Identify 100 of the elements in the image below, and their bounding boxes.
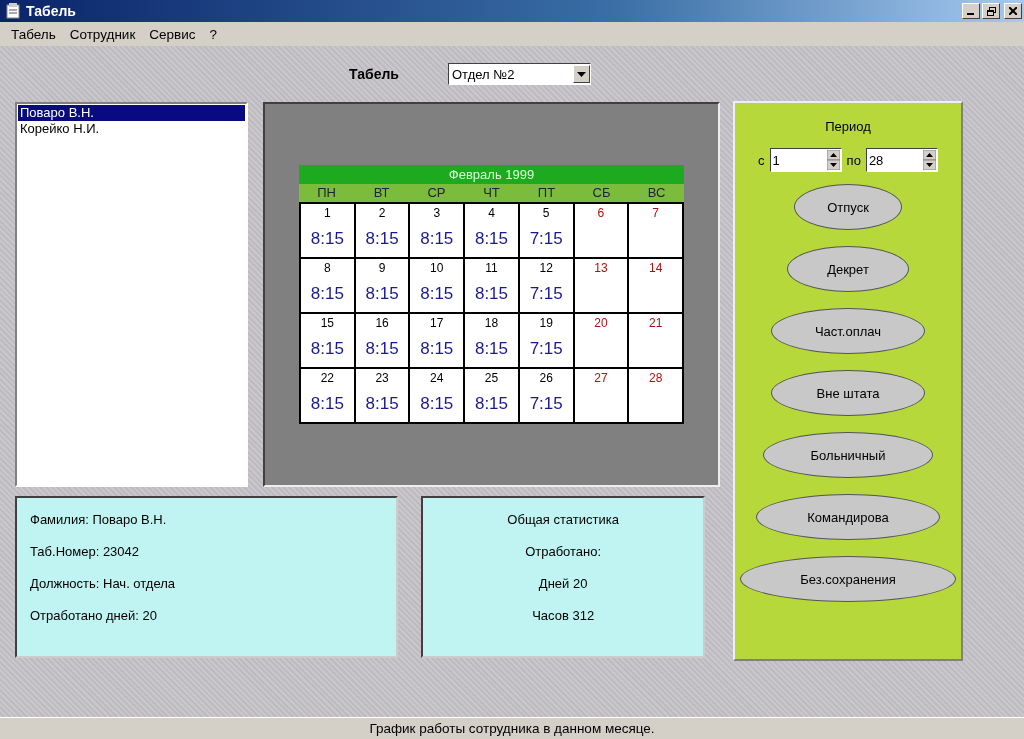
day-number: 8 [324, 261, 331, 275]
day-number: 11 [485, 261, 498, 275]
day-cell[interactable]: 22 8:15 [301, 369, 354, 422]
statistics-text: Дней 20 [538, 576, 588, 591]
weekday-label: СР [426, 184, 447, 202]
action-button[interactable]: Вне штата [771, 370, 925, 416]
work-hours: 8:15 [420, 394, 454, 414]
action-button[interactable]: Командирова [756, 494, 940, 540]
day-number: 17 [430, 316, 444, 330]
work-hours: 7:15 [529, 284, 563, 304]
action-button[interactable]: Отпуск [794, 184, 902, 230]
day-number: 25 [484, 371, 499, 385]
day-cell[interactable]: 13 [574, 259, 628, 312]
day-cell[interactable]: 14 [629, 259, 682, 312]
day-number: 28 [648, 371, 663, 385]
work-hours: 8:15 [365, 229, 399, 249]
work-hours: 8:15 [310, 394, 344, 414]
weekday-label: ВТ [372, 184, 391, 202]
day-cell[interactable]: 7 [629, 204, 682, 257]
work-hours: 8:15 [420, 339, 454, 359]
day-number: 22 [320, 371, 335, 385]
weekday-label: СБ [591, 184, 612, 202]
day-cell[interactable]: 12 7:15 [519, 259, 573, 312]
day-cell[interactable]: 21 [629, 314, 682, 367]
menu-item[interactable]: Сотрудник [62, 26, 143, 42]
day-number: 9 [378, 261, 386, 275]
day-number: 3 [433, 206, 441, 220]
action-button[interactable]: Больничный [763, 432, 933, 478]
work-hours: 8:15 [365, 339, 399, 359]
info-text: Должность: Нач. отдела [30, 576, 177, 591]
day-cell[interactable]: 8 8:15 [301, 259, 354, 312]
day-cell[interactable]: 3 8:15 [410, 204, 464, 257]
day-cell[interactable]: 17 8:15 [410, 314, 464, 367]
restore-icon [986, 6, 996, 16]
status-text: График работы сотрудника в данном месяце. [369, 721, 655, 736]
close-button[interactable] [1004, 3, 1022, 19]
day-number: 16 [375, 316, 389, 330]
menu-item[interactable]: Сервис [142, 26, 203, 42]
day-cell[interactable]: 1 8:15 [301, 204, 354, 257]
weekday-label: ЧТ [482, 184, 501, 202]
work-hours: 8:15 [474, 284, 509, 304]
day-number: 21 [648, 316, 663, 330]
work-hours: 7:15 [529, 339, 563, 359]
menu-item[interactable]: Табель [4, 26, 63, 42]
to-spinner[interactable]: 28 [865, 148, 938, 172]
employee-item[interactable]: Поваро В.Н. [18, 105, 245, 121]
action-button[interactable]: Без.сохранения [740, 556, 956, 602]
day-number: 24 [430, 371, 444, 385]
dropdown-arrow-icon [577, 71, 586, 77]
window-title: Табель [26, 3, 77, 19]
day-number: 12 [539, 261, 553, 275]
day-cell[interactable]: 9 8:15 [355, 259, 409, 312]
day-number: 18 [484, 316, 499, 330]
day-cell[interactable]: 19 7:15 [519, 314, 573, 367]
day-number: 2 [378, 206, 386, 220]
day-cell[interactable]: 27 [574, 369, 628, 422]
day-number: 20 [594, 316, 608, 330]
day-cell[interactable]: 2 8:15 [355, 204, 409, 257]
restore-button[interactable] [982, 3, 1000, 19]
day-cell[interactable]: 25 8:15 [465, 369, 518, 422]
day-cell[interactable]: 23 8:15 [355, 369, 409, 422]
day-cell[interactable]: 4 8:15 [465, 204, 518, 257]
day-cell[interactable]: 6 [574, 204, 628, 257]
day-cell[interactable]: 18 8:15 [465, 314, 518, 367]
info-text: Фамилия: Поваро В.Н. [30, 512, 168, 527]
action-button[interactable]: Декрет [787, 246, 909, 292]
day-cell[interactable]: 26 7:15 [519, 369, 573, 422]
menu-item[interactable]: ? [202, 26, 225, 42]
day-number: 7 [652, 206, 659, 220]
employee-item[interactable]: Корейко Н.И. [18, 121, 245, 137]
info-text: Отработано дней: 20 [30, 608, 158, 623]
spin-arrows-icon [922, 150, 936, 170]
close-icon [1009, 7, 1017, 15]
day-number: 5 [542, 206, 550, 220]
work-hours: 8:15 [365, 284, 399, 304]
work-hours: 8:15 [365, 394, 399, 414]
day-cell[interactable]: 28 [629, 369, 682, 422]
work-hours: 7:15 [529, 229, 563, 249]
day-cell[interactable]: 16 8:15 [355, 314, 409, 367]
month-title: Февраль 1999 [299, 165, 684, 184]
day-number: 10 [430, 261, 444, 275]
day-cell[interactable]: 10 8:15 [410, 259, 464, 312]
weekday-label: ПН [316, 184, 337, 202]
work-hours: 8:15 [310, 284, 344, 304]
action-button[interactable]: Част.оплач [771, 308, 925, 354]
statistics-text: Часов 312 [532, 608, 595, 623]
day-number: 6 [597, 206, 605, 220]
day-number: 19 [539, 316, 553, 330]
work-hours: 7:15 [529, 394, 563, 414]
day-cell[interactable]: 24 8:15 [410, 369, 464, 422]
day-cell[interactable]: 15 8:15 [301, 314, 354, 367]
work-hours: 8:15 [474, 339, 509, 359]
from-spinner[interactable]: 1 [769, 148, 842, 172]
to-label: по [846, 152, 861, 168]
day-cell[interactable]: 20 [574, 314, 628, 367]
minimize-button[interactable] [962, 3, 980, 19]
day-cell[interactable]: 11 8:15 [465, 259, 518, 312]
day-cell[interactable]: 5 7:15 [519, 204, 573, 257]
day-number: 13 [594, 261, 608, 275]
department-dropdown[interactable]: Отдел №2 [448, 63, 591, 85]
